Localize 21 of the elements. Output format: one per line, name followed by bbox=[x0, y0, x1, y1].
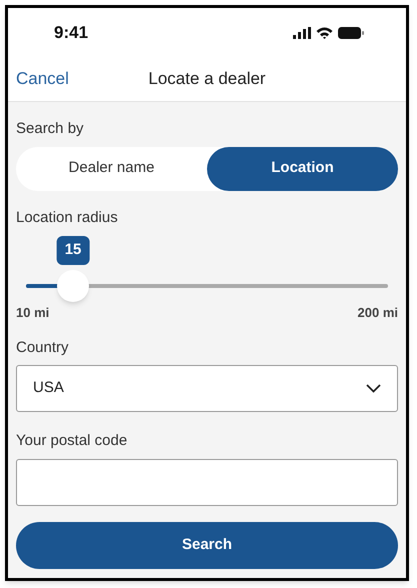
segment-tab[interactable]: Dealer name bbox=[16, 146, 207, 190]
status-time: 9:41 bbox=[54, 22, 88, 44]
postal-code-field[interactable] bbox=[16, 458, 398, 506]
page-title: Locate a dealer bbox=[148, 68, 266, 90]
cancel-button[interactable]: Cancel bbox=[16, 66, 69, 92]
country-select[interactable]: USA bbox=[16, 365, 398, 412]
signal-icon bbox=[293, 27, 311, 39]
select-value: USA bbox=[33, 378, 64, 398]
range-min-label: 10 mi bbox=[16, 304, 50, 322]
field-label: Search by bbox=[16, 119, 85, 139]
chevron-down-icon bbox=[366, 384, 381, 393]
search-button[interactable]: Search bbox=[16, 522, 398, 568]
field-label: Your postal code bbox=[16, 431, 128, 451]
value-badge: 15 bbox=[56, 236, 90, 264]
battery-icon bbox=[338, 27, 364, 39]
wifi-icon bbox=[316, 27, 333, 39]
field-label: Country bbox=[16, 338, 70, 358]
range-max-label: 200 mi bbox=[358, 304, 398, 322]
slider-thumb[interactable] bbox=[57, 270, 90, 302]
field-label: Location radius bbox=[16, 208, 119, 228]
segment-tab[interactable]: Location bbox=[207, 146, 398, 190]
